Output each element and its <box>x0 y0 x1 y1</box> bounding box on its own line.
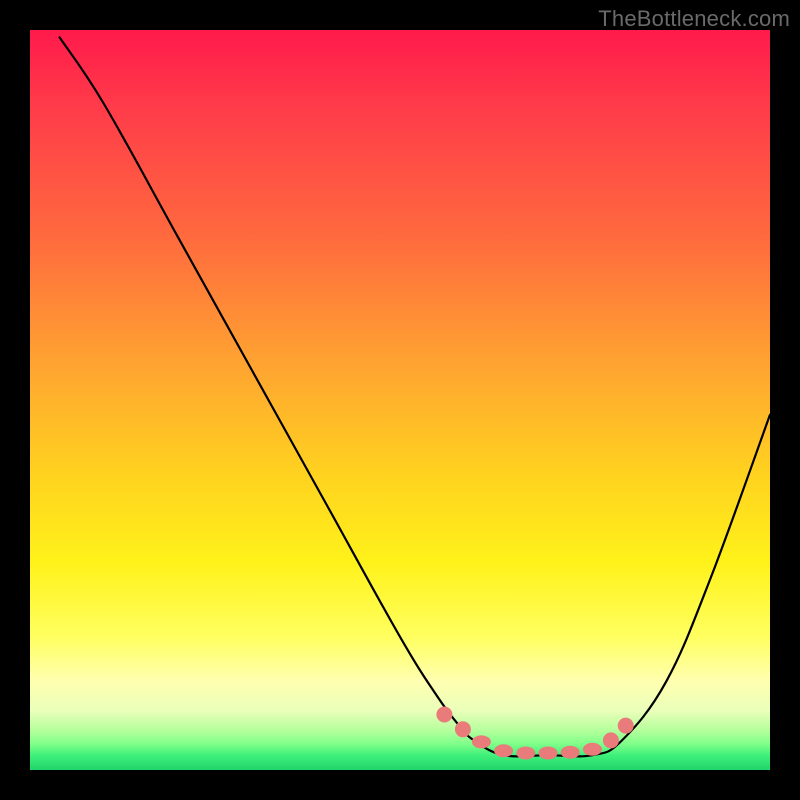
bead-marker <box>603 732 619 748</box>
bead-marker <box>539 747 558 760</box>
bead-marker <box>494 744 513 757</box>
bead-marker <box>516 747 535 760</box>
outer-frame: TheBottleneck.com <box>0 0 800 800</box>
bead-marker <box>472 735 491 748</box>
plot-area <box>30 30 770 770</box>
bead-marker <box>436 707 452 723</box>
bottleneck-curve <box>60 37 770 756</box>
bead-marker <box>561 746 580 759</box>
bead-marker <box>455 721 471 737</box>
watermark-text: TheBottleneck.com <box>598 6 790 32</box>
chart-svg <box>30 30 770 770</box>
bead-marker <box>618 718 634 734</box>
highlight-beads <box>436 707 633 760</box>
bead-marker <box>583 743 602 756</box>
